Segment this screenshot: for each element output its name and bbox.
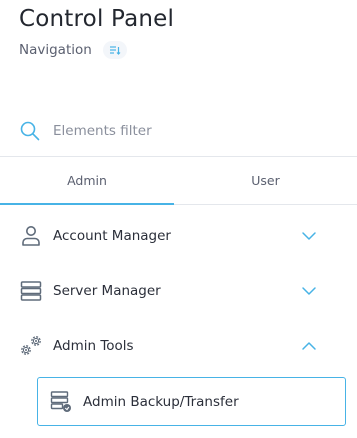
chevron-up-icon[interactable] <box>300 337 318 355</box>
menu-item-admin-tools[interactable]: Admin Tools <box>0 324 357 368</box>
submenu-item-label: Admin Backup/Transfer <box>83 393 239 410</box>
chevron-down-icon[interactable] <box>300 227 318 245</box>
gears-icon <box>19 334 43 358</box>
server-backup-icon <box>50 390 72 413</box>
tab-admin[interactable]: Admin <box>0 157 174 205</box>
navigation-subtitle: Navigation <box>19 42 92 58</box>
tab-bar: Admin User <box>0 157 357 205</box>
elements-filter-input[interactable] <box>53 123 313 139</box>
navigation-header: Navigation <box>19 41 127 59</box>
submenu-item-admin-backup-transfer[interactable]: Admin Backup/Transfer <box>37 377 346 426</box>
search-icon <box>20 121 40 141</box>
menu-item-account-manager[interactable]: Account Manager <box>0 214 357 258</box>
menu-item-label: Account Manager <box>53 228 171 244</box>
menu-item-server-manager[interactable]: Server Manager <box>0 269 357 313</box>
page-title: Control Panel <box>19 6 175 32</box>
chevron-down-icon[interactable] <box>300 282 318 300</box>
menu-item-label: Server Manager <box>53 283 161 299</box>
server-icon <box>19 279 43 303</box>
list-sort-icon <box>109 45 121 55</box>
user-icon <box>19 224 43 248</box>
menu-item-label: Admin Tools <box>53 338 134 354</box>
elements-filter <box>20 120 340 142</box>
tab-user[interactable]: User <box>174 157 357 205</box>
navigation-toggle-button[interactable] <box>102 41 127 59</box>
